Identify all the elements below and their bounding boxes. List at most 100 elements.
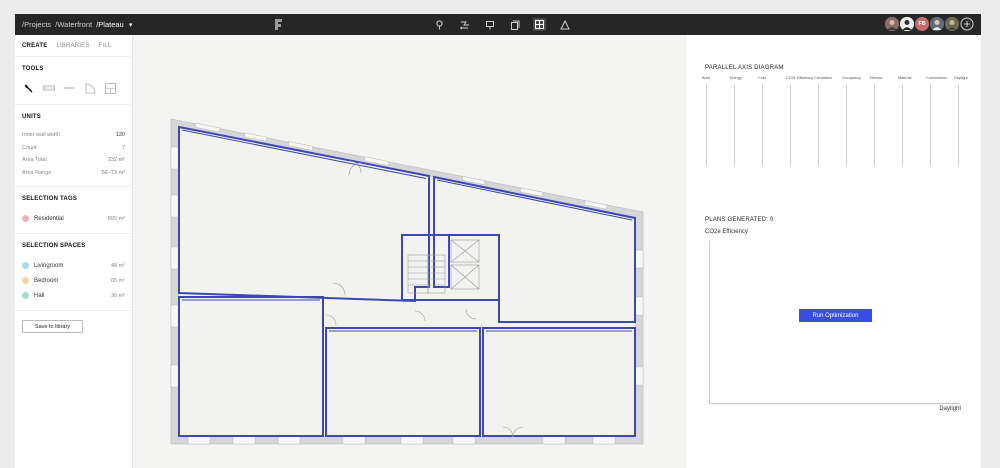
pa-axis-label: Circulation <box>814 76 832 80</box>
tab-create[interactable]: CREATE <box>22 43 47 49</box>
plus-circle-icon[interactable] <box>960 17 974 31</box>
space-color-dot <box>22 277 29 284</box>
avatar[interactable] <box>945 17 959 31</box>
unit-label: Area Total <box>22 157 47 164</box>
pa-axis-line <box>734 84 735 166</box>
breadcrumb-current[interactable]: /Plateau <box>96 20 124 29</box>
space-color-dot <box>22 262 29 269</box>
pa-axis-label: Material <box>898 76 912 80</box>
space-value: 48 m² <box>110 262 125 269</box>
line-tool-icon[interactable] <box>63 82 76 95</box>
toolbar <box>433 18 583 31</box>
door-tool-icon[interactable] <box>84 82 97 95</box>
grid-icon[interactable] <box>533 18 546 31</box>
pa-axis-line <box>706 84 707 166</box>
unit-row: Inner wall width 120 <box>22 129 125 142</box>
selection-tags-section: SELECTION TAGS Residential 895 m² <box>15 187 132 234</box>
chevron-down-icon[interactable]: ▾ <box>129 22 133 29</box>
tag-item[interactable]: Residential 895 m² <box>22 211 125 226</box>
unit-label: Inner wall width <box>22 132 60 139</box>
plans-generated-title: PLANS GENERATED: 0 <box>705 217 774 223</box>
breadcrumb: /Projects /Waterfront /Plateau ▾ <box>22 20 134 29</box>
left-panel-tabs: CREATE LIBRARIES FILL <box>15 35 132 57</box>
left-panel: CREATE LIBRARIES FILL TOOLS UNITS Inner … <box>15 35 133 468</box>
avatar[interactable] <box>930 17 944 31</box>
unit-value[interactable]: 120 <box>116 132 125 138</box>
pa-axis-label: CO2e Efficiency <box>786 76 814 80</box>
pin-icon[interactable] <box>433 18 446 31</box>
floor-plan[interactable] <box>133 35 686 468</box>
pa-axis-label: Connections <box>926 76 948 80</box>
pa-axis-line <box>846 84 847 166</box>
breadcrumb-projects[interactable]: /Projects <box>22 20 51 29</box>
space-item[interactable]: Livingroom 48 m² <box>22 258 125 273</box>
app-logo-icon[interactable] <box>274 18 283 31</box>
tab-libraries[interactable]: LIBRARIES <box>56 43 89 49</box>
right-panel: PARALLEL AXIS DIAGRAM Area Energy Cost C… <box>686 35 981 468</box>
pa-axis-label: Occupancy <box>842 76 861 80</box>
y-axis-label: CO2e Efficiency <box>705 229 748 235</box>
plans-chart[interactable] <box>709 241 959 404</box>
sign-icon[interactable] <box>483 18 496 31</box>
pa-axis-label: Daylight <box>954 76 968 80</box>
parallel-axis-diagram[interactable]: Area Energy Cost CO2e Efficiency Circula… <box>702 76 968 166</box>
collaborator-avatars: FB <box>884 17 974 31</box>
space-value: 65 m² <box>110 277 125 284</box>
pa-axis-label: Cost <box>758 76 766 80</box>
section-title: UNITS <box>22 114 41 120</box>
pa-axis-label: Energy <box>730 76 743 80</box>
run-optimization-button[interactable]: Run Optimization <box>799 309 872 322</box>
pa-axis-line <box>930 84 931 166</box>
avatar[interactable] <box>885 17 899 31</box>
room-tool-icon[interactable] <box>104 82 117 95</box>
unit-label: Area Range <box>22 169 52 176</box>
pa-axis-label: Area <box>702 76 711 80</box>
space-label: Livingroom <box>34 262 64 269</box>
unit-value: 56–73 m² <box>101 169 125 176</box>
avatar-initials: FB <box>918 21 926 27</box>
tool-row <box>22 81 125 95</box>
unit-row: Count 7 <box>22 142 125 155</box>
units-section: UNITS Inner wall width 120 Count 7 Area To… <box>15 105 132 187</box>
section-title: SELECTION TAGS <box>22 196 78 202</box>
tag-value: 895 m² <box>107 215 125 222</box>
selection-spaces-section: SELECTION SPACES Livingroom 48 m² Bedroo… <box>15 234 132 311</box>
save-to-library-button[interactable]: Save to library <box>22 320 83 333</box>
unit-value: 7 <box>121 144 125 151</box>
floor-area <box>179 127 635 436</box>
app-window: /Projects /Waterfront /Plateau ▾ FB CREA… <box>15 14 981 468</box>
tag-label: Residential <box>34 215 64 222</box>
pa-axis-line <box>902 84 903 166</box>
tab-fill[interactable]: FILL <box>99 43 112 49</box>
pa-axis-line <box>874 84 875 166</box>
unit-value: 232 m² <box>107 157 125 164</box>
top-bar: /Projects /Waterfront /Plateau ▾ FB <box>15 14 981 35</box>
space-value: 36 m² <box>110 292 125 299</box>
pa-axis-line <box>762 84 763 166</box>
route-icon[interactable] <box>458 18 471 31</box>
pa-axis-line <box>958 84 959 166</box>
section-title: TOOLS <box>22 66 44 72</box>
avatar[interactable]: FB <box>915 17 929 31</box>
wall-tool-icon[interactable] <box>42 82 56 95</box>
unit-label: Count <box>22 144 37 151</box>
space-label: Bedroom <box>34 277 59 284</box>
breadcrumb-waterfront[interactable]: /Waterfront <box>55 20 92 29</box>
unit-row: Area Range 56–73 m² <box>22 167 125 180</box>
space-item[interactable]: Bedroom 65 m² <box>22 273 125 288</box>
triangle-icon[interactable] <box>558 18 571 31</box>
pa-axis-line <box>790 84 791 166</box>
space-item[interactable]: Hall 36 m² <box>22 288 125 303</box>
floor-plan-canvas[interactable] <box>133 35 686 468</box>
x-axis-label: Daylight <box>939 406 961 412</box>
pa-axis-label: Fitness <box>870 76 883 80</box>
duplicate-icon[interactable] <box>508 18 521 31</box>
tag-color-dot <box>22 215 29 222</box>
space-color-dot <box>22 292 29 299</box>
select-tool-icon[interactable] <box>22 82 35 95</box>
space-label: Hall <box>34 292 45 299</box>
avatar[interactable] <box>900 17 914 31</box>
tools-section: TOOLS <box>15 57 132 105</box>
unit-row: Area Total 232 m² <box>22 154 125 167</box>
pa-axis-line <box>818 84 819 166</box>
